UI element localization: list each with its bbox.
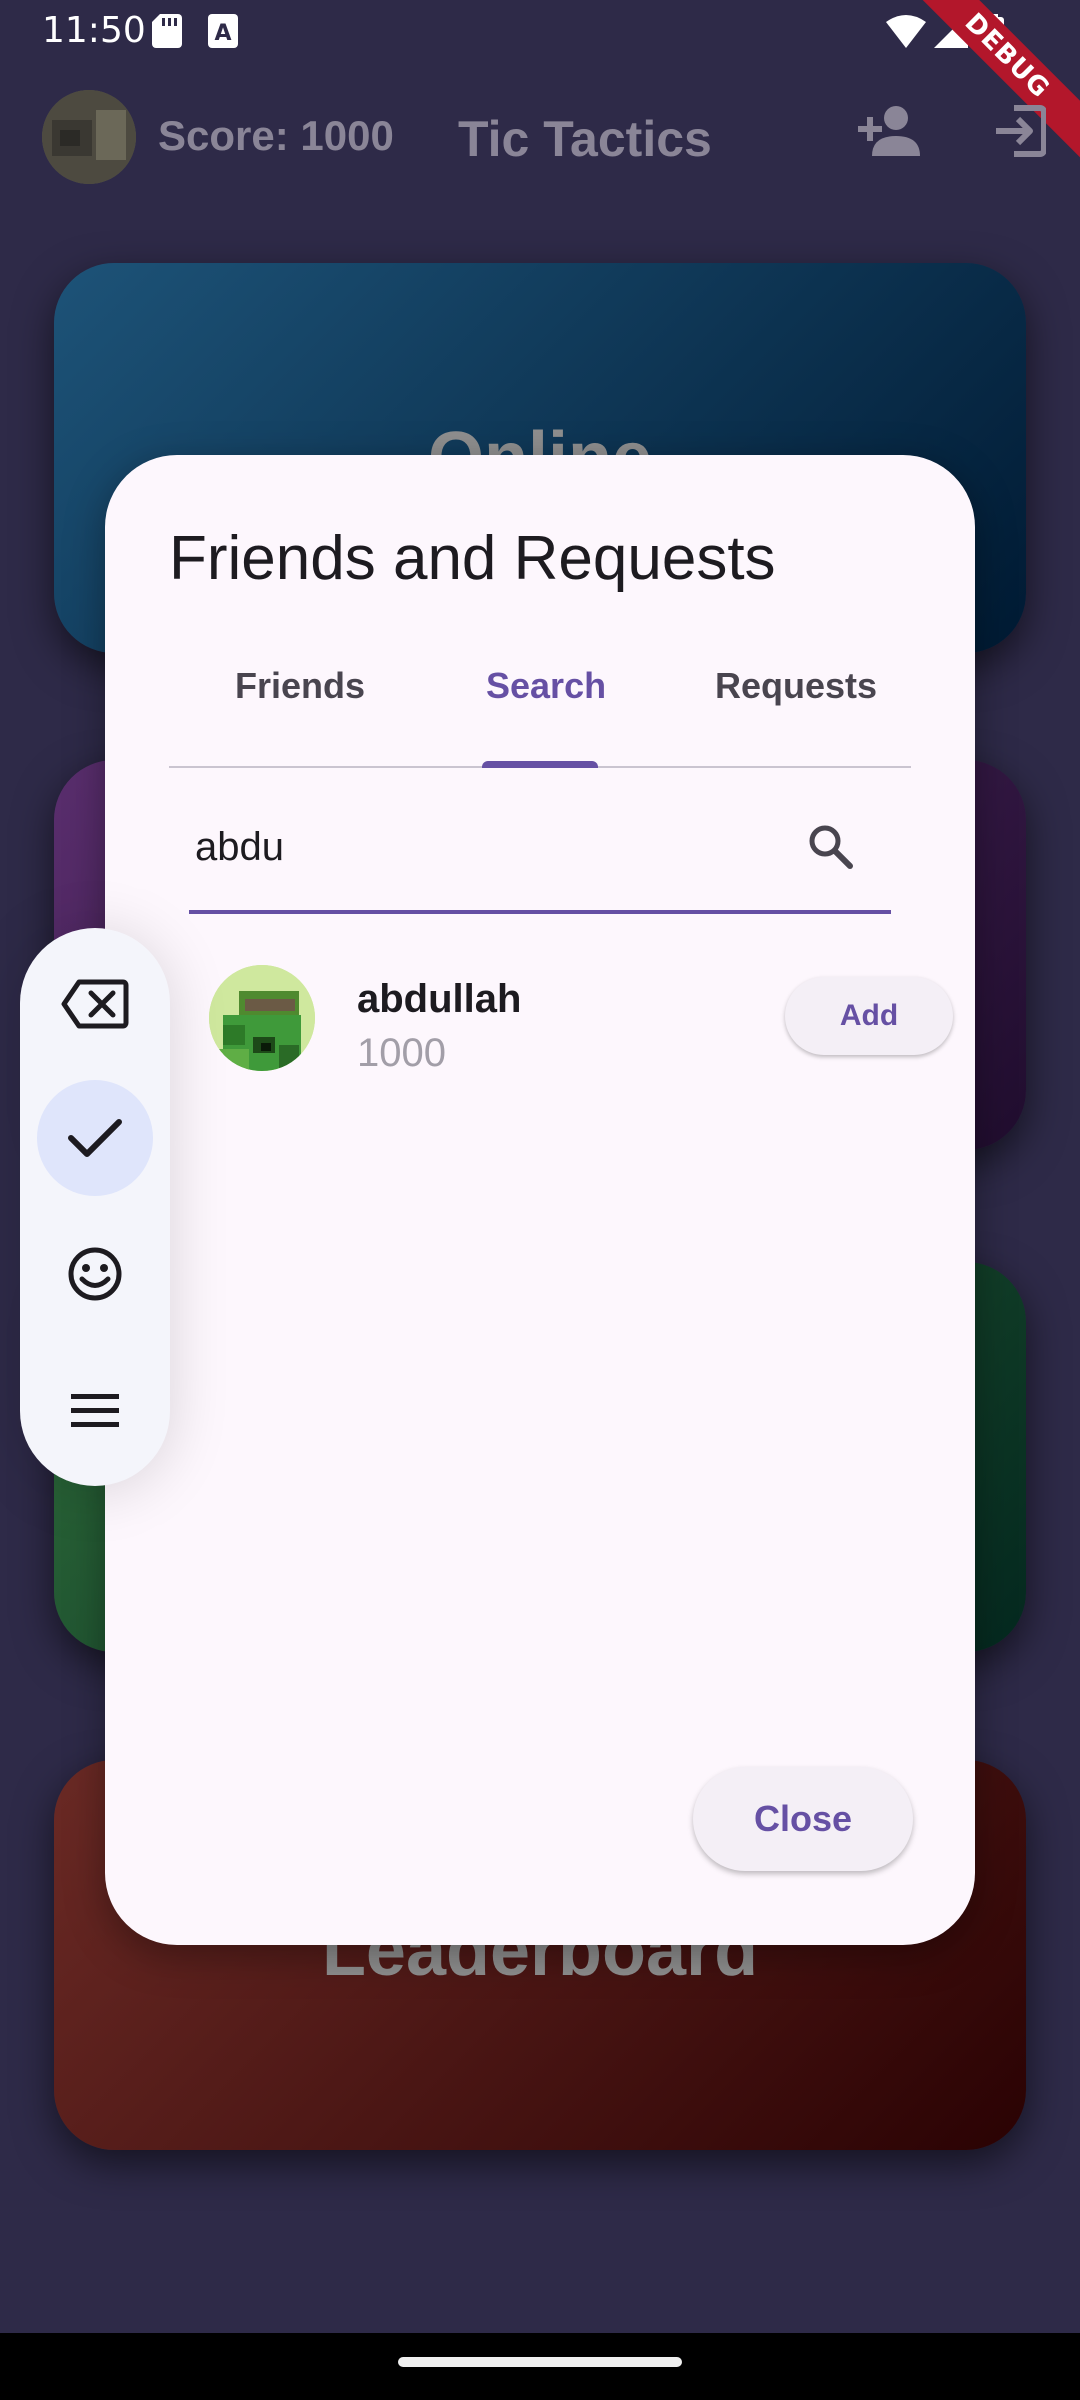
profile-avatar[interactable] bbox=[42, 90, 136, 184]
emoji-button[interactable] bbox=[37, 1216, 153, 1332]
add-friend-icon[interactable] bbox=[858, 104, 922, 158]
logout-icon[interactable] bbox=[992, 104, 1046, 158]
search-input[interactable] bbox=[195, 817, 755, 877]
tab-search[interactable]: Search bbox=[486, 665, 606, 707]
dialog-title: Friends and Requests bbox=[169, 524, 776, 593]
close-button[interactable]: Close bbox=[693, 1767, 913, 1871]
app-title: Tic Tactics bbox=[458, 111, 712, 167]
score-label: Score: 1000 bbox=[158, 112, 394, 159]
tab-bar: Friends Search Requests bbox=[169, 665, 911, 723]
user-score: 1000 bbox=[357, 1031, 446, 1075]
friends-dialog: Friends and Requests Friends Search Requ… bbox=[105, 455, 975, 1945]
backspace-button[interactable] bbox=[37, 946, 153, 1062]
navigation-bar bbox=[0, 2333, 1080, 2400]
backspace-icon bbox=[61, 979, 129, 1029]
keyboard-a-icon: A bbox=[208, 14, 238, 48]
list-item: abdullah 1000 Add bbox=[209, 965, 953, 1075]
home-handle[interactable] bbox=[398, 2357, 682, 2367]
sd-card-icon bbox=[152, 14, 182, 48]
user-avatar bbox=[209, 965, 315, 1071]
status-bar: 11:50 A DEBUG bbox=[0, 0, 1080, 166]
menu-icon bbox=[71, 1394, 119, 1427]
tab-indicator bbox=[482, 761, 598, 768]
status-time: 11:50 bbox=[42, 10, 146, 51]
add-friend-button[interactable]: Add bbox=[785, 977, 953, 1055]
menu-button[interactable] bbox=[37, 1352, 153, 1468]
check-icon bbox=[68, 1119, 122, 1157]
tab-friends[interactable]: Friends bbox=[235, 665, 365, 707]
search-underline bbox=[189, 910, 891, 914]
svg-text:A: A bbox=[214, 21, 231, 46]
floating-keyboard-toolbar bbox=[20, 928, 170, 1486]
search-icon[interactable] bbox=[805, 821, 855, 871]
app-bar: Score: 1000 Tic Tactics bbox=[0, 62, 1080, 212]
search-field bbox=[189, 797, 891, 915]
user-name: abdullah bbox=[357, 977, 522, 1021]
emoji-icon bbox=[68, 1247, 122, 1301]
wifi-icon bbox=[886, 15, 926, 48]
tab-requests[interactable]: Requests bbox=[715, 665, 877, 707]
check-button[interactable] bbox=[37, 1080, 153, 1196]
